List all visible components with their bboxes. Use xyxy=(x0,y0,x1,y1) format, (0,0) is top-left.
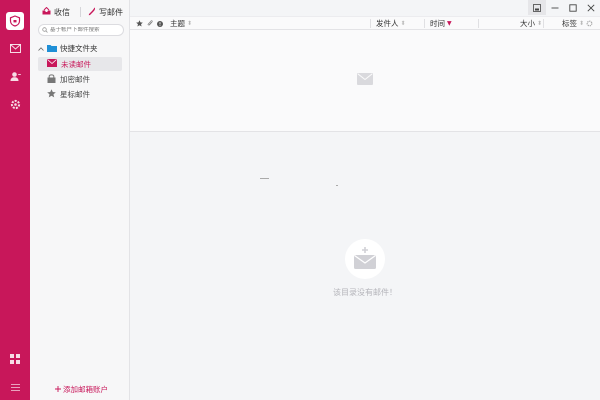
column-tag-label: 标签 xyxy=(562,19,577,28)
folder-item-label: 加密邮件 xyxy=(60,74,90,84)
column-divider[interactable] xyxy=(543,19,544,28)
mail-list-header: 主题 ⬍ 发件人 ⬍ 时间 ▼ 大小 ⬍ 标签 ⬍ xyxy=(130,16,600,30)
column-size-label: 大小 xyxy=(520,19,535,28)
app-rail xyxy=(0,0,30,400)
column-subject[interactable]: 主题 ⬍ xyxy=(170,17,192,30)
column-divider[interactable] xyxy=(424,19,425,28)
receive-label: 收信 xyxy=(54,7,70,17)
add-account-button[interactable]: 添加邮箱账户 xyxy=(55,384,108,395)
empty-list-mail-icon xyxy=(357,73,373,87)
menu-icon[interactable] xyxy=(8,380,22,394)
column-from[interactable]: 发件人 ⬍ xyxy=(376,17,406,30)
app-logo-icon[interactable] xyxy=(6,12,24,30)
inbox-tray-icon xyxy=(42,6,51,17)
sort-desc-icon: ▼ xyxy=(447,20,452,27)
maximize-icon[interactable] xyxy=(564,0,582,15)
mail-list xyxy=(130,30,600,132)
column-divider[interactable] xyxy=(370,19,371,28)
add-account-label: 添加邮箱账户 xyxy=(63,385,108,394)
folder-item-label: 星标邮件 xyxy=(60,89,90,99)
empty-state-badge xyxy=(345,239,385,279)
folder-item-starred[interactable]: 星标邮件 xyxy=(38,87,122,101)
column-tag[interactable]: 标签 ⬍ xyxy=(562,17,584,30)
column-time[interactable]: 时间 ▼ xyxy=(430,17,452,30)
write-mail-button[interactable]: 写邮件 xyxy=(88,7,123,18)
star-icon xyxy=(47,88,56,100)
quick-folders-toggle[interactable]: 快捷文件夹 xyxy=(38,43,98,54)
search-icon xyxy=(42,26,48,35)
reading-pane: 该目录没有邮件！ xyxy=(130,133,600,400)
apps-grid-icon[interactable] xyxy=(8,352,22,366)
account-search xyxy=(38,24,124,36)
contacts-icon[interactable] xyxy=(8,69,22,83)
minimize-icon[interactable] xyxy=(546,0,564,15)
mail-icon[interactable] xyxy=(8,41,22,55)
settings-gear-icon[interactable] xyxy=(8,97,22,111)
folder-item-encrypted[interactable]: 加密邮件 xyxy=(38,72,122,86)
column-size[interactable]: 大小 ⬍ xyxy=(520,17,542,30)
write-label: 写邮件 xyxy=(99,7,123,17)
close-icon[interactable] xyxy=(582,0,600,15)
screenshot-tool-icon[interactable] xyxy=(528,0,546,15)
mail-unread-icon xyxy=(47,59,57,69)
column-divider[interactable] xyxy=(478,19,479,28)
divider-mark xyxy=(336,185,338,186)
window-controls xyxy=(528,0,600,15)
column-subject-label: 主题 xyxy=(170,19,185,28)
star-column-icon[interactable] xyxy=(136,17,143,30)
action-bar: 收信 写邮件 xyxy=(30,4,130,20)
empty-state-message: 该目录没有邮件！ xyxy=(333,288,397,297)
folder-icon xyxy=(47,44,57,54)
sort-icon: ⬍ xyxy=(579,20,585,27)
sort-icon: ⬍ xyxy=(537,20,543,27)
plus-icon xyxy=(55,385,61,394)
sort-icon: ⬍ xyxy=(187,20,193,27)
column-settings-icon[interactable] xyxy=(586,17,593,30)
divider-mark xyxy=(260,178,269,179)
folder-item-unread[interactable]: 未读邮件 xyxy=(38,57,122,71)
folder-item-label: 未读邮件 xyxy=(61,59,91,69)
main-area: 主题 ⬍ 发件人 ⬍ 时间 ▼ 大小 ⬍ 标签 ⬍ 该目录没有邮件！ xyxy=(130,0,600,400)
column-time-label: 时间 xyxy=(430,19,445,28)
column-from-label: 发件人 xyxy=(376,19,399,28)
priority-column-icon[interactable] xyxy=(157,17,163,30)
empty-mailbox-icon xyxy=(353,247,377,271)
search-input[interactable] xyxy=(50,27,120,33)
chevron-down-icon xyxy=(38,44,44,53)
lock-icon xyxy=(47,73,56,85)
sort-icon: ⬍ xyxy=(400,20,406,27)
action-divider xyxy=(80,7,81,17)
attachment-column-icon[interactable] xyxy=(147,17,153,30)
quick-folders-label: 快捷文件夹 xyxy=(60,44,98,53)
pen-icon xyxy=(88,7,96,18)
folder-panel: 收信 写邮件 快捷文件夹 未读邮件 加密邮件 xyxy=(30,0,130,400)
receive-button[interactable]: 收信 xyxy=(42,6,70,18)
